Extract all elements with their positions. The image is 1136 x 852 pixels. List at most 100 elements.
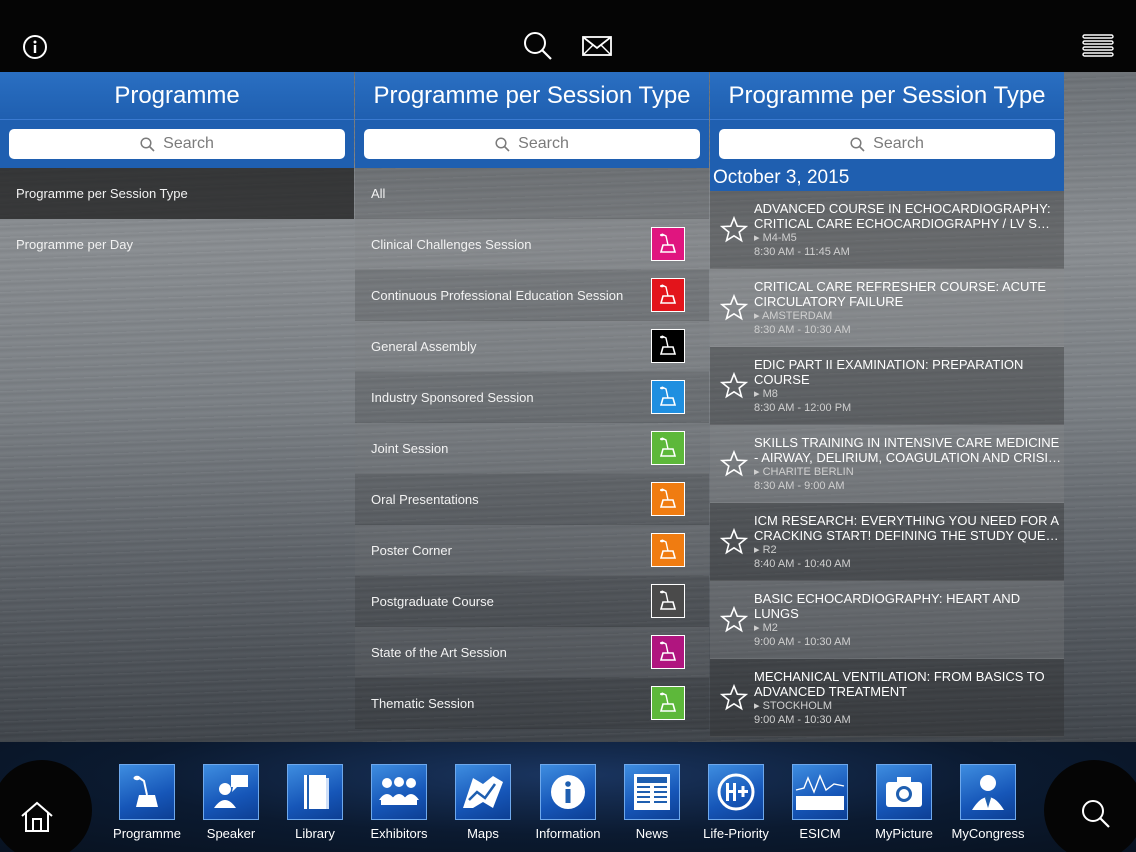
session-row[interactable]: ADVANCED COURSE IN ECHOCARDIOGRAPHY: CRI… xyxy=(710,191,1064,269)
search-icon[interactable] xyxy=(1080,798,1112,835)
nav-item-per-day[interactable]: Programme per Day xyxy=(0,219,354,270)
session-type-row[interactable]: Clinical Challenges Session xyxy=(355,219,709,270)
home-icon[interactable] xyxy=(20,800,54,839)
info-icon xyxy=(540,764,596,820)
session-row[interactable]: EDIC PART II EXAMINATION: PREPARATION CO… xyxy=(710,347,1064,425)
session-room: ▸ M2 xyxy=(754,622,778,634)
dock-item-label: Library xyxy=(295,826,335,841)
session-type-row[interactable]: Poster Corner xyxy=(355,525,709,576)
star-icon[interactable] xyxy=(719,449,749,483)
search-icon xyxy=(850,136,865,152)
session-list: ADVANCED COURSE IN ECHOCARDIOGRAPHY: CRI… xyxy=(710,191,1064,737)
session-title: ADVANCED COURSE IN ECHOCARDIOGRAPHY: CRI… xyxy=(754,201,1051,231)
mail-icon[interactable] xyxy=(582,36,612,61)
session-type-row[interactable]: Thematic Session xyxy=(355,678,709,729)
dock-item[interactable]: Library xyxy=(275,764,355,841)
search-bar: Search xyxy=(355,120,709,168)
podium-icon xyxy=(119,764,175,820)
podium-icon xyxy=(651,686,685,720)
dock-item-label: MyCongress xyxy=(951,826,1025,841)
session-type-label: General Assembly xyxy=(371,338,477,354)
session-time: 8:40 AM - 10:40 AM xyxy=(754,558,851,570)
search-placeholder: Search xyxy=(873,135,924,152)
group-icon xyxy=(371,764,427,820)
podium-icon xyxy=(651,584,685,618)
session-type-label: All xyxy=(371,185,386,201)
search-placeholder: Search xyxy=(518,135,569,152)
session-time: 8:30 AM - 9:00 AM xyxy=(754,480,845,492)
star-icon[interactable] xyxy=(719,293,749,327)
dock-item[interactable]: Maps xyxy=(443,764,523,841)
session-row[interactable]: ICM RESEARCH: EVERYTHING YOU NEED FOR A … xyxy=(710,503,1064,581)
session-type-row[interactable]: Postgraduate Course xyxy=(355,576,709,627)
date-header: October 3, 2015 xyxy=(710,164,1064,191)
podium-icon xyxy=(651,482,685,516)
session-room: ▸ R2 xyxy=(754,544,777,556)
dock-item-label: Information xyxy=(535,826,601,841)
session-row[interactable]: MECHANICAL VENTILATION: FROM BASICS TO A… xyxy=(710,659,1064,737)
session-type-row[interactable]: Oral Presentations xyxy=(355,474,709,525)
newspaper-icon xyxy=(624,764,680,820)
session-row[interactable]: SKILLS TRAINING IN INTENSIVE CARE MEDICI… xyxy=(710,425,1064,503)
search-input[interactable]: Search xyxy=(364,129,700,159)
session-room: ▸ M4-M5 xyxy=(754,232,797,244)
dock-item[interactable]: News xyxy=(612,764,692,841)
session-type-row[interactable]: Industry Sponsored Session xyxy=(355,372,709,423)
dock-item[interactable]: Programme xyxy=(107,764,187,841)
star-icon[interactable] xyxy=(719,371,749,405)
programme-panel: Programme Search Programme per Session T… xyxy=(0,72,354,742)
session-time: 8:30 AM - 11:45 AM xyxy=(754,246,850,258)
session-type-row[interactable]: Continuous Professional Education Sessio… xyxy=(355,270,709,321)
dock-item[interactable]: Life-Priority xyxy=(696,764,776,841)
session-type-all[interactable]: All xyxy=(355,168,709,219)
session-type-label: Continuous Professional Education Sessio… xyxy=(371,287,624,303)
esicm-logo-icon xyxy=(792,764,848,820)
session-type-row[interactable]: State of the Art Session xyxy=(355,627,709,678)
session-type-label: Clinical Challenges Session xyxy=(371,236,532,252)
session-title: BASIC ECHOCARDIOGRAPHY: HEART AND LUNGS xyxy=(754,591,1021,621)
top-bar xyxy=(0,0,1136,72)
search-input[interactable]: Search xyxy=(719,129,1055,159)
session-type-label: Poster Corner xyxy=(371,542,452,558)
dock-item[interactable]: MyPicture xyxy=(864,764,944,841)
session-title: SKILLS TRAINING IN INTENSIVE CARE MEDICI… xyxy=(754,435,1061,465)
search-bar: Search xyxy=(0,120,354,168)
info-icon[interactable] xyxy=(22,34,48,65)
dock-item[interactable]: Information xyxy=(528,764,608,841)
star-icon[interactable] xyxy=(719,683,749,717)
session-title: CRITICAL CARE REFRESHER COURSE: ACUTE CI… xyxy=(754,279,1047,309)
search-icon[interactable] xyxy=(522,30,554,67)
session-room: ▸ STOCKHOLM xyxy=(754,700,833,712)
dock-item[interactable]: Speaker xyxy=(191,764,271,841)
book-icon xyxy=(287,764,343,820)
sessions-panel: Programme per Session Type Search Octobe… xyxy=(710,72,1064,742)
dock-item-label: Life-Priority xyxy=(703,826,769,841)
dock-item[interactable]: Exhibitors xyxy=(359,764,439,841)
session-time: 8:30 AM - 12:00 PM xyxy=(754,402,852,414)
session-title: EDIC PART II EXAMINATION: PREPARATION CO… xyxy=(754,357,1024,387)
dock-item[interactable]: MyCongress xyxy=(948,764,1028,841)
dock-item[interactable]: ESICM xyxy=(780,764,860,841)
star-icon[interactable] xyxy=(719,527,749,561)
session-row[interactable]: CRITICAL CARE REFRESHER COURSE: ACUTE CI… xyxy=(710,269,1064,347)
life-priority-icon xyxy=(708,764,764,820)
session-row[interactable]: BASIC ECHOCARDIOGRAPHY: HEART AND LUNGS ▸… xyxy=(710,581,1064,659)
session-time: 8:30 AM - 10:30 AM xyxy=(754,324,851,336)
dock-item-label: Programme xyxy=(113,826,181,841)
bottom-dock: Programme Speaker Library Exhibitors Maps Inf… xyxy=(0,742,1136,852)
session-type-row[interactable]: Joint Session xyxy=(355,423,709,474)
star-icon[interactable] xyxy=(719,605,749,639)
star-icon[interactable] xyxy=(719,215,749,249)
hamburger-menu-icon[interactable] xyxy=(1082,33,1114,64)
search-icon xyxy=(140,136,155,152)
session-type-list: All Clinical Challenges Session Continuou… xyxy=(355,168,709,729)
session-type-label: Oral Presentations xyxy=(371,491,479,507)
dock-item-label: ESICM xyxy=(799,826,841,841)
session-type-row[interactable]: General Assembly xyxy=(355,321,709,372)
search-input[interactable]: Search xyxy=(9,129,345,159)
speaker-icon xyxy=(203,764,259,820)
nav-item-session-type[interactable]: Programme per Session Type xyxy=(0,168,354,219)
person-icon xyxy=(960,764,1016,820)
session-title: MECHANICAL VENTILATION: FROM BASICS TO A… xyxy=(754,669,1045,699)
podium-icon xyxy=(651,431,685,465)
